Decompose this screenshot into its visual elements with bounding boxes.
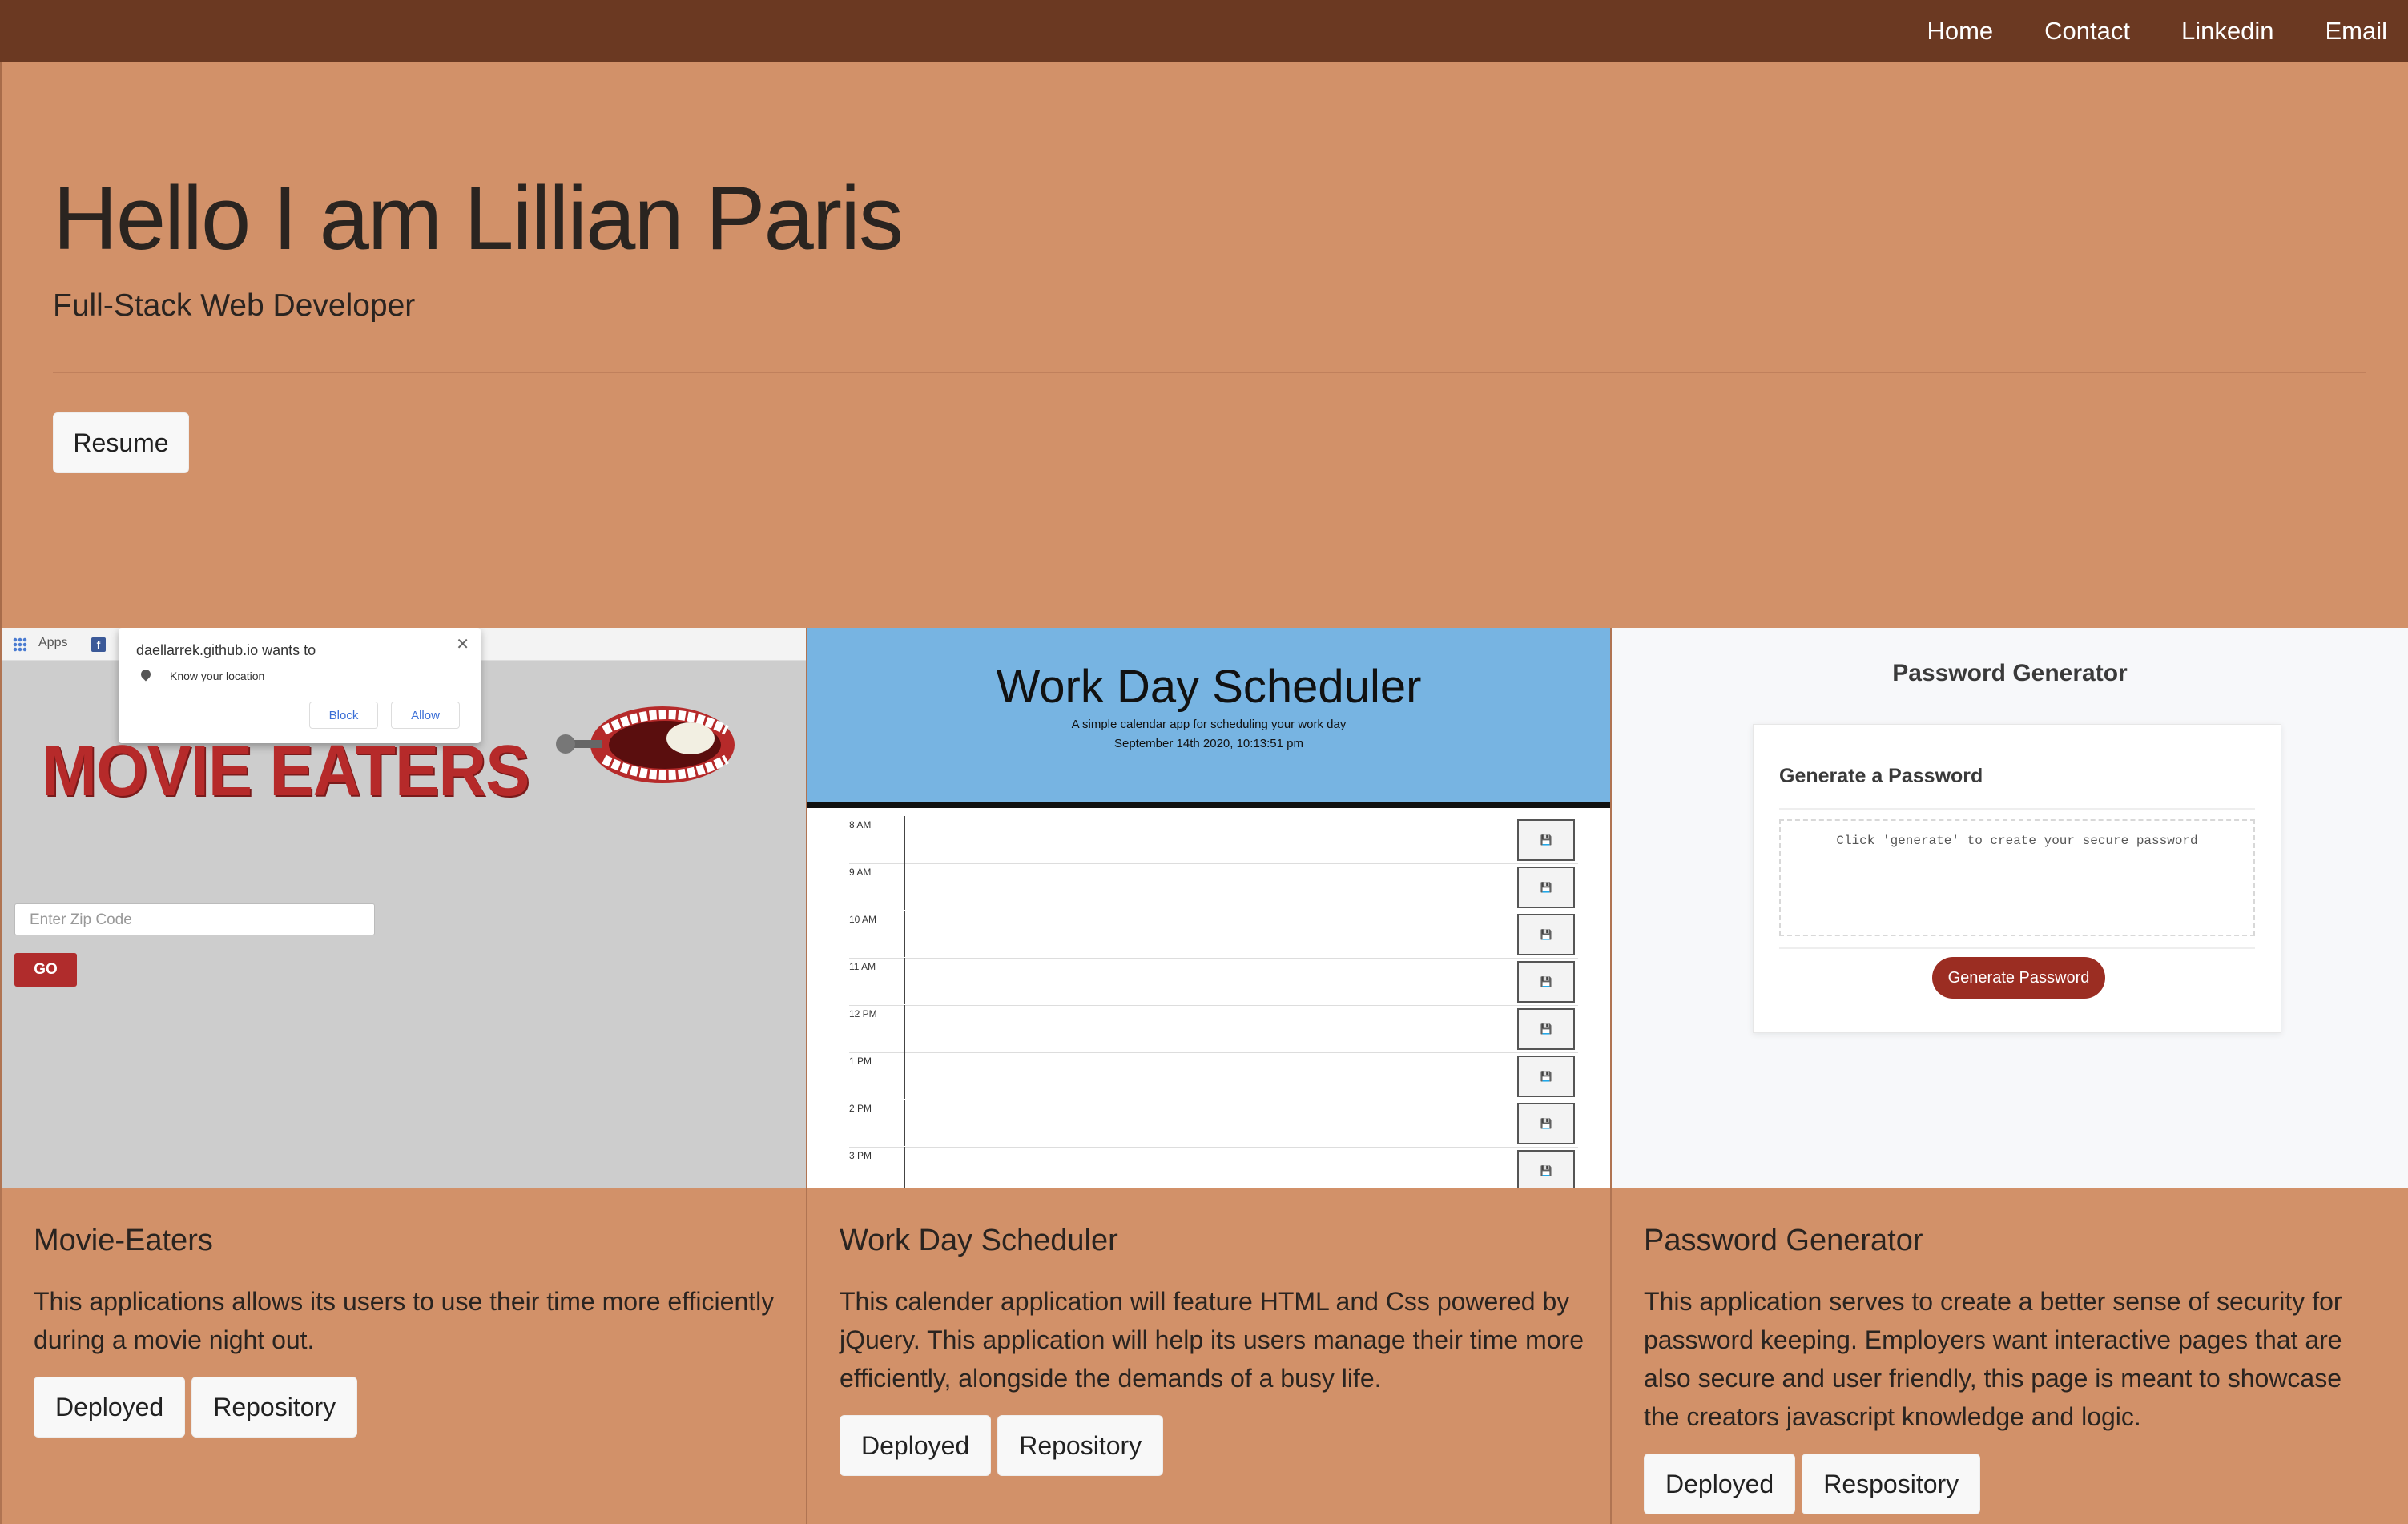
timeblock-field [904, 863, 1512, 910]
timeblock-row: 12 PM 💾 [849, 1005, 1578, 1053]
repository-button[interactable]: Respository [1802, 1454, 1981, 1514]
wind-up-teeth-icon [556, 706, 735, 783]
timeblock-row: 11 AM 💾 [849, 958, 1578, 1006]
nav-home-link[interactable]: Home [1927, 17, 1993, 46]
project-card-password-generator: Password Generator Generate a Password C… [1610, 628, 2408, 1524]
nav-linkedin-link[interactable]: Linkedin [2181, 17, 2273, 46]
card-title: Password Generator [1644, 1224, 1923, 1257]
repository-button[interactable]: Repository [997, 1415, 1164, 1476]
location-permission-popup: daellarrek.github.io wants to ✕ Know you… [119, 628, 481, 743]
hero-title: Hello I am Lillian Paris [53, 168, 904, 268]
save-icon: 💾 [1517, 867, 1575, 908]
timeblock-row: 9 AM 💾 [849, 863, 1578, 911]
password-card-title: Generate a Password [1779, 765, 1983, 787]
password-card: Generate a Password Click 'generate' to … [1753, 724, 2281, 1033]
close-icon: ✕ [456, 636, 469, 653]
timeblock-hour: 10 AM [849, 914, 877, 925]
navbar: Home Contact Linkedin Email [0, 0, 2408, 62]
card-description: This application serves to create a bett… [1644, 1287, 2342, 1431]
scheduler-header: Work Day Scheduler A simple calendar app… [807, 628, 1610, 808]
card-buttons: Deployed Respository [1644, 1454, 2384, 1514]
hero-subtitle: Full-Stack Web Developer [53, 288, 416, 323]
popup-allow-button: Allow [391, 702, 460, 729]
zip-code-input: Enter Zip Code [14, 903, 375, 935]
scheduler-title: Work Day Scheduler [996, 661, 1422, 713]
go-button: GO [14, 953, 77, 987]
save-icon: 💾 [1517, 1103, 1575, 1144]
popup-title: daellarrek.github.io wants to [136, 642, 316, 658]
apps-grid-icon [13, 637, 27, 652]
card-body: Work Day Scheduler This calender applica… [840, 1224, 1586, 1476]
timeblock-row: 3 PM 💾 [849, 1147, 1578, 1188]
timeblock-field [904, 1005, 1512, 1052]
card-description: This calender application will feature H… [840, 1287, 1584, 1393]
divider [1779, 947, 2255, 949]
timeblock-hour: 1 PM [849, 1056, 872, 1067]
timeblock-field [904, 1100, 1512, 1146]
facebook-icon: f [91, 637, 106, 652]
movie-eaters-logo: MOVIE EATERS [42, 731, 530, 811]
timeblock-hour: 8 AM [849, 819, 872, 830]
hero-jumbotron: Hello I am Lillian Paris Full-Stack Web … [0, 62, 2408, 628]
repository-button[interactable]: Repository [191, 1377, 358, 1438]
scheduler-subtitle: A simple calendar app for scheduling you… [1071, 718, 1347, 731]
timeblock-field [904, 1147, 1512, 1188]
save-icon: 💾 [1517, 1008, 1575, 1050]
movie-eaters-screenshot[interactable]: Apps f daellarrek.github.io wants to ✕ K… [2, 628, 806, 1188]
password-generator-screenshot[interactable]: Password Generator Generate a Password C… [1612, 628, 2408, 1188]
timeblock-field [904, 911, 1512, 957]
timeblock-row: 2 PM 💾 [849, 1100, 1578, 1148]
work-day-scheduler-screenshot[interactable]: Work Day Scheduler A simple calendar app… [807, 628, 1610, 1188]
resume-button[interactable]: Resume [53, 412, 189, 473]
scheduler-date: September 14th 2020, 10:13:51 pm [1113, 737, 1303, 750]
card-buttons: Deployed Repository [34, 1377, 782, 1438]
card-description: This applications allows its users to us… [34, 1287, 775, 1354]
timeblock-row: 1 PM 💾 [849, 1052, 1578, 1100]
timeblock-hour: 3 PM [849, 1150, 872, 1161]
popup-text: Know your location [170, 670, 265, 682]
timeblock-row: 10 AM 💾 [849, 911, 1578, 959]
timeblock-hour: 11 AM [849, 961, 876, 972]
timeblock-field [904, 1052, 1512, 1099]
password-textarea: Click 'generate' to create your secure p… [1779, 819, 2255, 936]
project-card-work-day-scheduler: Work Day Scheduler A simple calendar app… [806, 628, 1610, 1524]
timeblock-hour: 2 PM [849, 1103, 872, 1114]
project-card-movie-eaters: Apps f daellarrek.github.io wants to ✕ K… [0, 628, 806, 1524]
divider [1779, 808, 2255, 810]
card-body: Movie-Eaters This applications allows it… [34, 1224, 782, 1438]
save-icon: 💾 [1517, 1150, 1575, 1188]
location-pin-icon [139, 667, 153, 682]
deployed-button[interactable]: Deployed [840, 1415, 992, 1476]
save-icon: 💾 [1517, 819, 1575, 861]
timeblock-field [904, 958, 1512, 1004]
password-generator-title: Password Generator [1892, 660, 2128, 686]
card-body: Password Generator This application serv… [1644, 1224, 2384, 1514]
timeblock-field [904, 816, 1512, 863]
card-buttons: Deployed Repository [840, 1415, 1586, 1476]
nav-email-link[interactable]: Email [2325, 17, 2387, 46]
nav-links: Home Contact Linkedin Email [1927, 0, 2408, 62]
deployed-button[interactable]: Deployed [1644, 1454, 1796, 1514]
timeblock-hour: 9 AM [849, 867, 872, 878]
timeblock-row: 8 AM 💾 [849, 816, 1578, 864]
nav-contact-link[interactable]: Contact [2044, 17, 2130, 46]
save-icon: 💾 [1517, 1056, 1575, 1097]
deployed-button[interactable]: Deployed [34, 1377, 186, 1438]
card-title: Work Day Scheduler [840, 1224, 1118, 1257]
project-cards: Apps f daellarrek.github.io wants to ✕ K… [0, 628, 2408, 1524]
apps-label: Apps [38, 636, 68, 649]
save-icon: 💾 [1517, 961, 1575, 1003]
scheduler-timeblocks: 8 AM 💾 9 AM 💾 10 AM 💾 11 AM 💾 12 PM 💾 1 PM 💾 2 PM 💾 3 … [807, 808, 1610, 1188]
hero-divider [53, 372, 2366, 373]
popup-block-button: Block [309, 702, 378, 729]
save-icon: 💾 [1517, 914, 1575, 955]
card-title: Movie-Eaters [34, 1224, 213, 1257]
timeblock-hour: 12 PM [849, 1008, 877, 1019]
generate-password-button: Generate Password [1932, 957, 2105, 999]
